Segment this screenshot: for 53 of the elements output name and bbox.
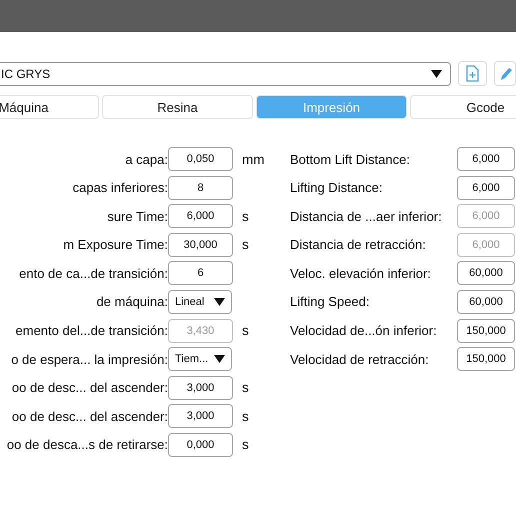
field-label: o de espera... la impresión: <box>10 352 168 367</box>
unit-label: s <box>242 208 249 224</box>
field-label: Bottom Lift Distance: <box>290 152 411 166</box>
new-file-icon <box>466 65 479 82</box>
field-label: Velocidad de...ón inferior: <box>290 323 438 338</box>
field-label: oo de desc... del ascender: <box>10 380 168 396</box>
field-label: Distancia de retracción: <box>290 237 427 252</box>
number-field[interactable]: 6,000 <box>457 147 515 171</box>
number-field[interactable]: 30,000 <box>168 232 233 257</box>
unit-label: s <box>242 408 249 424</box>
caret-icon <box>214 298 225 306</box>
field-label: capas inferiores: <box>72 180 168 196</box>
field-label: sure Time: <box>106 208 168 224</box>
unit-label: s <box>242 237 249 252</box>
number-field[interactable]: 6,000 <box>457 176 515 200</box>
edit-button[interactable] <box>494 61 516 86</box>
field-label: Velocidad de retracción: <box>290 352 430 367</box>
field-label: a capa: <box>124 152 168 166</box>
tab[interactable]: Resina <box>102 95 253 119</box>
number-field[interactable]: 3,000 <box>168 376 233 400</box>
number-field[interactable]: 150,000 <box>457 347 515 372</box>
number-field[interactable]: 6 <box>168 261 233 286</box>
field-label: Distancia de ...aer inferior: <box>290 208 443 224</box>
dropdown[interactable]: Lineal <box>168 290 232 314</box>
unit-label: mm <box>242 152 264 166</box>
field-label: Lifting Speed: <box>290 294 371 310</box>
number-field[interactable]: 60,000 <box>457 290 515 314</box>
profile-dropdown[interactable]: IC GRYS <box>0 62 451 86</box>
new-file-button[interactable] <box>458 61 487 86</box>
unit-label: s <box>242 380 249 396</box>
field-label: Veloc. elevación inferior: <box>290 266 432 281</box>
tab[interactable]: Máquina <box>0 95 99 119</box>
field-label: ento de ca...de transición: <box>18 266 168 281</box>
number-field[interactable]: 60,000 <box>457 261 515 286</box>
dropdown[interactable]: Tiem... <box>168 347 232 372</box>
number-field[interactable]: 6,000 <box>168 204 233 228</box>
field-label: Lifting Distance: <box>290 180 384 196</box>
unit-label: s <box>242 323 249 338</box>
tab[interactable]: Gcode <box>410 95 516 119</box>
field-label: oo de desca...s de retirarse: <box>6 437 168 452</box>
number-field[interactable]: 0,000 <box>168 432 233 457</box>
number-field[interactable]: 0,050 <box>168 147 233 171</box>
pencil-icon <box>500 66 512 80</box>
field-label: oo de desc... del ascender: <box>10 408 168 424</box>
unit-label: s <box>242 437 249 452</box>
field-label: emento del...de transición: <box>14 323 168 338</box>
number-field[interactable]: 150,000 <box>457 318 515 343</box>
number-field[interactable]: 8 <box>168 176 233 200</box>
field-label: de máquina: <box>95 294 168 310</box>
field-label: m Exposure Time: <box>62 237 168 252</box>
number-field[interactable]: 3,000 <box>168 404 233 428</box>
caret-icon <box>431 70 442 78</box>
caret-icon <box>214 355 225 364</box>
